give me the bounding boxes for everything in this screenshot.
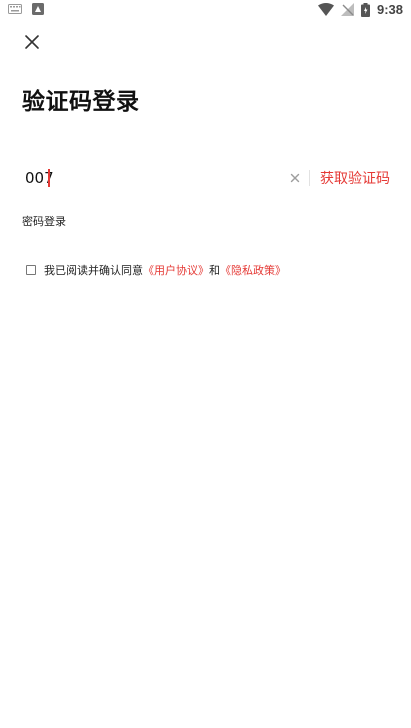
phone-input[interactable] bbox=[22, 164, 275, 192]
agreement-prefix: 我已阅读并确认同意 bbox=[44, 264, 143, 277]
status-bar: 9:38 bbox=[0, 0, 411, 20]
close-icon bbox=[20, 30, 44, 54]
clear-icon bbox=[286, 169, 304, 187]
page-title: 验证码登录 bbox=[22, 89, 140, 115]
login-screen: 9:38 验证码登录 获取验证码 密码登录 bbox=[0, 0, 411, 728]
vertical-divider bbox=[309, 170, 310, 186]
text-caret bbox=[48, 169, 50, 187]
signal-icon bbox=[340, 3, 354, 16]
battery-icon bbox=[360, 2, 370, 17]
status-right: 9:38 bbox=[317, 2, 403, 17]
keyboard-icon bbox=[8, 4, 22, 14]
wifi-icon bbox=[317, 3, 334, 16]
agreement-row: 我已阅读并确认同意 《用户协议》 和 《隐私政策》 bbox=[26, 262, 286, 278]
notification-icon bbox=[32, 3, 44, 15]
status-time: 9:38 bbox=[376, 2, 403, 17]
privacy-policy-link[interactable]: 《隐私政策》 bbox=[220, 262, 286, 278]
close-button[interactable] bbox=[20, 30, 44, 54]
status-left bbox=[8, 3, 44, 15]
phone-row: 获取验证码 bbox=[22, 164, 392, 194]
agreement-checkbox[interactable] bbox=[26, 265, 36, 275]
password-login-link[interactable]: 密码登录 bbox=[22, 213, 66, 229]
agreement-conjunction: 和 bbox=[209, 264, 220, 277]
user-agreement-link[interactable]: 《用户协议》 bbox=[143, 262, 209, 278]
clear-input-button[interactable] bbox=[286, 169, 304, 187]
get-verification-code-button[interactable]: 获取验证码 bbox=[320, 168, 390, 188]
